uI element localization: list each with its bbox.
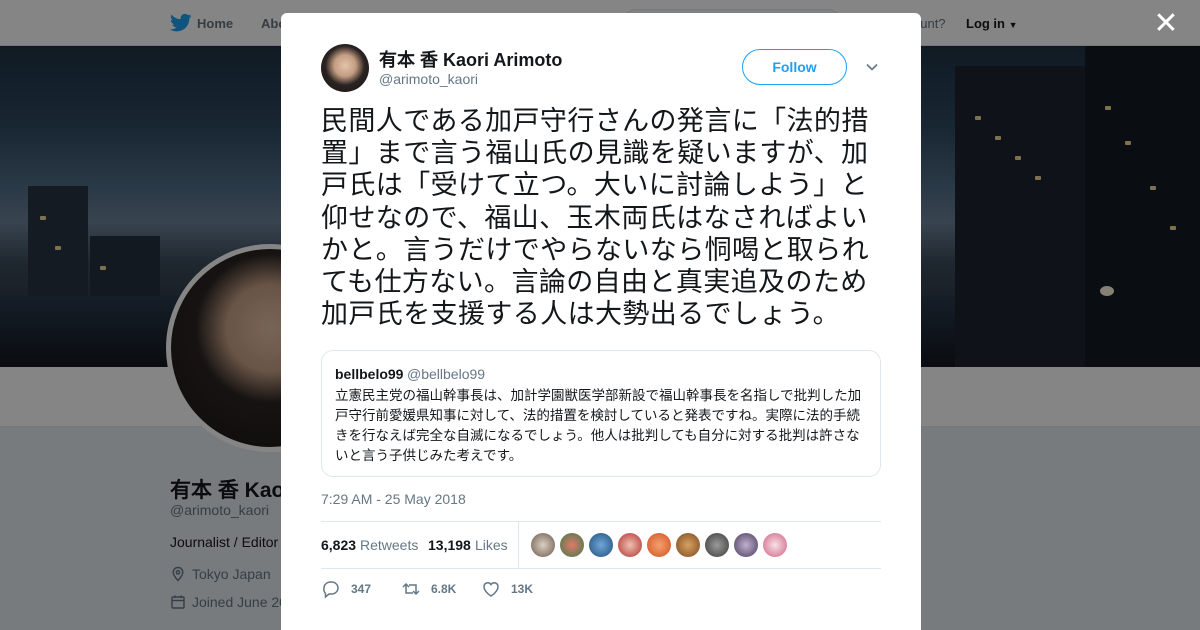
author-avatar[interactable] xyxy=(321,44,369,92)
tweet-text: 民間人である加戸守行さんの発言に「法的措置」まで言う福山氏の見識を疑いますが、加… xyxy=(321,106,869,330)
quoted-tweet[interactable]: bellbelo99 @bellbelo99 立憲民主党の福山幹事長は、加計学園… xyxy=(321,350,881,477)
tweet-actions: 347 6.8K 13K xyxy=(321,579,881,603)
liker-avatars xyxy=(531,533,787,557)
author-name[interactable]: 有本 香 Kaori Arimoto xyxy=(379,46,562,72)
chevron-down-icon[interactable] xyxy=(865,61,879,73)
liker-avatar[interactable] xyxy=(531,533,555,557)
retweet-icon xyxy=(402,582,420,596)
liker-avatar[interactable] xyxy=(763,533,787,557)
heart-icon xyxy=(483,582,499,597)
likes-count[interactable]: 13,198 xyxy=(428,537,471,553)
tweet-timestamp[interactable]: 7:29 AM - 25 May 2018 xyxy=(321,491,466,507)
like-button[interactable]: 13K xyxy=(481,579,533,599)
reply-count: 347 xyxy=(351,582,372,596)
quoted-author-handle: @bellbelo99 xyxy=(407,366,486,382)
retweet-count: 6.8K xyxy=(431,582,457,596)
liker-avatar[interactable] xyxy=(734,533,758,557)
liker-avatar[interactable] xyxy=(705,533,729,557)
tweet-stats: 6,823 Retweets 13,198 Likes xyxy=(321,521,881,569)
reply-icon xyxy=(323,581,339,599)
liker-avatar[interactable] xyxy=(589,533,613,557)
liker-avatar[interactable] xyxy=(676,533,700,557)
retweets-count[interactable]: 6,823 xyxy=(321,537,356,553)
stats-divider xyxy=(518,522,519,568)
quoted-tweet-text: 立憲民主党の福山幹事長は、加計学園獣医学部新設で福山幹事長を名指しで批判した加戸… xyxy=(335,388,862,463)
follow-button[interactable]: Follow xyxy=(742,49,847,85)
likes-label[interactable]: Likes xyxy=(475,537,508,553)
liker-avatar[interactable] xyxy=(647,533,671,557)
like-count: 13K xyxy=(511,582,534,596)
liker-avatar[interactable] xyxy=(560,533,584,557)
author-handle[interactable]: @arimoto_kaori xyxy=(379,71,478,87)
liker-avatar[interactable] xyxy=(618,533,642,557)
retweets-label[interactable]: Retweets xyxy=(360,537,418,553)
tweet-modal: 有本 香 Kaori Arimoto @arimoto_kaori Follow… xyxy=(281,13,921,630)
quoted-author-name: bellbelo99 xyxy=(335,366,404,382)
close-icon[interactable]: ✕ xyxy=(1152,9,1180,39)
reply-button[interactable]: 347 xyxy=(321,579,371,599)
retweet-button[interactable]: 6.8K xyxy=(401,579,456,599)
